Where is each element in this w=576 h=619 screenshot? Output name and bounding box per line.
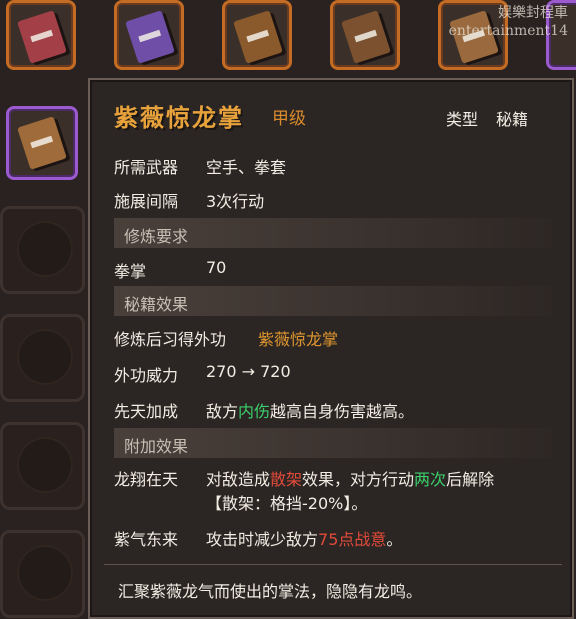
dragon-label: 龙翔在天 — [114, 470, 179, 489]
requirement-value: 70 — [206, 258, 227, 277]
innate-value: 敌方内伤越高自身伤害越高。 — [206, 398, 414, 422]
weapon-value: 空手、拳套 — [206, 158, 287, 177]
empty-slot[interactable] — [0, 530, 85, 618]
weapon-row: 所需武器 空手、拳套 — [114, 154, 286, 178]
section-effects: 秘籍效果 — [114, 286, 552, 316]
innate-text-1: 敌方 — [206, 402, 239, 421]
dragon-text-1: 对敌造成 — [206, 470, 271, 489]
dragon-text-3: 后解除 — [446, 470, 495, 489]
tooltip-header: 紫薇惊龙掌 甲级 类型 秘籍 — [90, 80, 572, 138]
purple-label: 紫气东来 — [114, 530, 179, 549]
skill-description: 汇聚紫薇龙气而使出的掌法，隐隐有龙鸣。 — [118, 582, 423, 601]
purple-highlight: 75点战意 — [318, 530, 387, 549]
section-title: 秘籍效果 — [124, 295, 189, 314]
empty-slot-circle — [17, 329, 73, 385]
section-extra: 附加效果 — [114, 428, 552, 458]
innate-text-2: 越高自身伤害越高。 — [270, 402, 415, 421]
purple-text-2: 。 — [386, 530, 403, 549]
empty-slot-circle — [17, 437, 73, 493]
purple-value: 攻击时减少敌方75点战意。 — [206, 526, 402, 550]
inventory-left-column — [0, 78, 90, 619]
section-title: 修炼要求 — [124, 227, 189, 246]
skill-grade: 甲级 — [272, 109, 306, 129]
watermark-line-1: 娱樂封程車 — [498, 5, 568, 21]
power-row: 外功威力 270 → 720 — [114, 362, 291, 386]
purple-text-1: 攻击时减少敌方 — [206, 530, 319, 549]
innate-highlight: 内伤 — [238, 402, 271, 421]
interval-value: 3次行动 — [206, 192, 265, 211]
type-label: 类型 — [446, 110, 479, 129]
interval-label: 施展间隔 — [114, 192, 179, 211]
brown-book-icon — [341, 10, 391, 64]
dragon-text-2: 效果，对方行动 — [302, 470, 415, 489]
section-title: 附加效果 — [124, 437, 189, 456]
inventory-slot-selected[interactable] — [6, 106, 78, 180]
inventory-slot-2[interactable] — [114, 0, 184, 70]
type-value: 秘籍 — [496, 110, 529, 129]
tooltip-divider — [104, 564, 562, 565]
red-book-icon — [17, 10, 67, 64]
empty-slot[interactable] — [0, 422, 85, 510]
open-scroll-book-icon — [17, 116, 67, 170]
purple-row: 紫气东来 攻击时减少敌方75点战意。 — [114, 526, 402, 550]
power-value: 270 → 720 — [206, 362, 291, 381]
inventory-slot-4[interactable] — [330, 0, 400, 70]
dragon-line-2: 【散架：格挡-20%】。 — [206, 494, 368, 513]
empty-slot[interactable] — [0, 314, 85, 402]
learn-value: 紫薇惊龙掌 — [258, 330, 339, 349]
empty-slot-circle — [17, 221, 73, 277]
item-tooltip: 紫薇惊龙掌 甲级 类型 秘籍 所需武器 空手、拳套 施展间隔 3次行动 修炼要求… — [88, 78, 574, 619]
dragon-row: 龙翔在天 对敌造成散架效果，对方行动两次后解除 — [114, 466, 494, 490]
interval-row: 施展间隔 3次行动 — [114, 188, 264, 212]
dragon-highlight-2: 两次 — [414, 470, 447, 489]
inventory-slot-1[interactable] — [6, 0, 76, 70]
brown-book-icon — [233, 10, 283, 64]
requirement-label: 拳掌 — [114, 262, 147, 281]
dragon-highlight-1: 散架 — [270, 470, 303, 489]
empty-slot-circle — [17, 545, 73, 601]
empty-slot[interactable] — [0, 206, 85, 294]
section-requirements: 修炼要求 — [114, 218, 552, 248]
learn-row: 修炼后习得外功 紫薇惊龙掌 — [114, 326, 338, 350]
inventory-slot-3[interactable] — [222, 0, 292, 70]
requirement-row: 拳掌 70 — [114, 258, 226, 282]
innate-label: 先天加成 — [114, 402, 179, 421]
watermark-line-2: entertainment14 — [448, 23, 568, 39]
innate-row: 先天加成 敌方内伤越高自身伤害越高。 — [114, 398, 414, 422]
purple-book-icon — [125, 10, 175, 64]
skill-name: 紫薇惊龙掌 — [114, 104, 244, 132]
learn-label: 修炼后习得外功 — [114, 330, 227, 349]
weapon-label: 所需武器 — [114, 158, 179, 177]
dragon-value: 对敌造成散架效果，对方行动两次后解除 — [206, 466, 494, 490]
power-label: 外功威力 — [114, 366, 179, 385]
watermark: 娱樂封程車 entertainment14 — [449, 4, 568, 40]
